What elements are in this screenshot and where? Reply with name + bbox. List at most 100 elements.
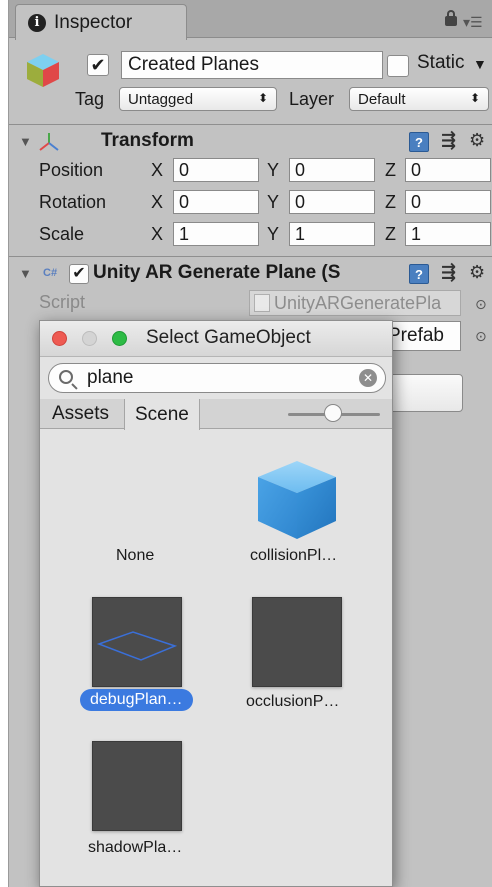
item-label-debug-selected[interactable]: debugPlan… (80, 689, 193, 711)
prefab-field[interactable]: Prefab (381, 321, 461, 351)
layer-dropdown[interactable]: Default ⬍ (349, 87, 489, 111)
zoom-slider-thumb[interactable] (324, 404, 342, 422)
shadow-plane-thumbnail[interactable] (92, 741, 182, 831)
script-value: UnityARGeneratePla (274, 292, 442, 313)
rotation-label: Rotation (39, 192, 107, 212)
axis-y-label: Y (267, 192, 280, 212)
info-icon: i (28, 13, 46, 32)
position-y-value: 0 (295, 159, 306, 180)
tab-bar: i Inspector ▾☰ (9, 0, 492, 40)
tag-dropdown[interactable]: Untagged ⬍ (119, 87, 277, 111)
object-name-text: Created Planes (128, 54, 259, 75)
position-z-value: 0 (411, 159, 422, 180)
clear-search-icon[interactable]: ✕ (359, 369, 377, 387)
tag-label: Tag (75, 89, 105, 109)
cube-icon[interactable] (252, 457, 342, 543)
scale-label: Scale (39, 224, 85, 244)
search-icon (59, 370, 73, 384)
presets-icon[interactable]: ⇶ (441, 262, 456, 283)
axis-z-label: Z (385, 192, 396, 212)
rotation-z-value: 0 (411, 191, 422, 212)
rotation-z-field[interactable]: 0 (405, 190, 491, 214)
gear-icon[interactable]: ⚙ (469, 130, 485, 151)
object-name-field[interactable]: Created Planes (121, 51, 383, 79)
minimize-window-button[interactable] (82, 331, 97, 346)
axis-y-label: Y (267, 224, 280, 244)
position-y-field[interactable]: 0 (289, 158, 375, 182)
csharp-script-icon: C# (43, 267, 58, 279)
active-checkbox[interactable]: ✔ (87, 54, 109, 76)
axis-x-label: X (151, 160, 164, 180)
tab-assets[interactable]: Assets (42, 399, 119, 429)
rotation-x-field[interactable]: 0 (173, 190, 259, 214)
axis-y-label: Y (267, 160, 280, 180)
script-field: UnityARGeneratePla (249, 290, 461, 316)
layer-dropdown-arrow-icon: ⬍ (469, 91, 480, 105)
axis-z-label: Z (385, 224, 396, 244)
presets-icon[interactable]: ⇶ (441, 130, 456, 151)
scale-x-field[interactable]: 1 (173, 222, 259, 246)
tab-scene[interactable]: Scene (124, 399, 200, 430)
item-label-none[interactable]: None (116, 547, 154, 565)
transform-title: Transform (101, 130, 194, 151)
gameobject-icon (27, 54, 59, 87)
close-window-button[interactable] (52, 331, 67, 346)
ar-component-header[interactable]: ▼ C# ✔ Unity AR Generate Plane (S ? ⇶ ⚙ (9, 260, 492, 290)
layer-value: Default (358, 90, 406, 108)
foldout-triangle-icon[interactable]: ▼ (19, 266, 32, 281)
scale-x-value: 1 (179, 223, 190, 244)
help-book-icon[interactable]: ? (409, 132, 429, 152)
position-z-field[interactable]: 0 (405, 158, 491, 182)
search-value: plane (87, 367, 134, 388)
rotation-y-value: 0 (295, 191, 306, 212)
component-button[interactable] (381, 374, 463, 412)
position-x-field[interactable]: 0 (173, 158, 259, 182)
tag-dropdown-arrow-icon: ⬍ (257, 91, 268, 105)
tab-assets-label: Assets (52, 403, 110, 424)
static-checkbox[interactable] (387, 55, 409, 77)
scale-z-field[interactable]: 1 (405, 222, 491, 246)
occlusion-plane-thumbnail[interactable] (252, 597, 342, 687)
prefab-value: Prefab (388, 325, 444, 346)
static-dropdown-arrow[interactable]: ▼ (473, 56, 487, 72)
static-label: Static (417, 52, 465, 73)
picker-titlebar: Select GameObject (40, 321, 392, 357)
lock-icon[interactable] (445, 10, 457, 26)
tab-scene-label: Scene (135, 403, 189, 425)
scale-z-value: 1 (411, 223, 422, 244)
tag-value: Untagged (128, 90, 194, 108)
tab-inspector-label: Inspector (54, 11, 133, 33)
object-picker-icon[interactable]: ⊙ (475, 296, 487, 313)
debug-plane-thumbnail[interactable] (92, 597, 182, 687)
help-book-icon[interactable]: ? (409, 264, 429, 284)
script-label: Script (39, 292, 86, 312)
divider (9, 124, 492, 125)
axis-x-label: X (151, 224, 164, 244)
foldout-triangle-icon[interactable]: ▼ (19, 134, 32, 149)
picker-title: Select GameObject (146, 327, 311, 348)
ar-component-title: Unity AR Generate Plane (S (93, 262, 341, 283)
inspector-window: i Inspector ▾☰ ✔ Created Planes Static ▼… (8, 0, 492, 887)
item-label-shadow[interactable]: shadowPla… (88, 839, 182, 857)
maximize-window-button[interactable] (112, 331, 127, 346)
item-label-collision[interactable]: collisionPl… (250, 547, 337, 565)
rotation-x-value: 0 (179, 191, 190, 212)
tab-inspector[interactable]: i Inspector (15, 4, 187, 40)
scale-y-field[interactable]: 1 (289, 222, 375, 246)
divider (9, 256, 492, 257)
rotation-y-field[interactable]: 0 (289, 190, 375, 214)
item-label-occlusion[interactable]: occlusionP… (246, 693, 339, 711)
scale-y-value: 1 (295, 223, 306, 244)
axis-z-label: Z (385, 160, 396, 180)
script-file-icon (254, 294, 270, 312)
object-picker-icon[interactable]: ⊙ (475, 328, 487, 345)
search-input[interactable]: plane ✕ (48, 363, 386, 393)
transform-header[interactable]: ▼ Transform ? ⇶ ⚙ (9, 128, 492, 158)
axis-x-label: X (151, 192, 164, 212)
gear-icon[interactable]: ⚙ (469, 262, 485, 283)
component-enabled-checkbox[interactable]: ✔ (69, 264, 89, 284)
select-gameobject-window: Select GameObject plane ✕ Assets Scene N… (39, 320, 393, 887)
menu-icon[interactable]: ▾☰ (463, 14, 483, 31)
layer-label: Layer (289, 89, 335, 109)
position-x-value: 0 (179, 159, 190, 180)
